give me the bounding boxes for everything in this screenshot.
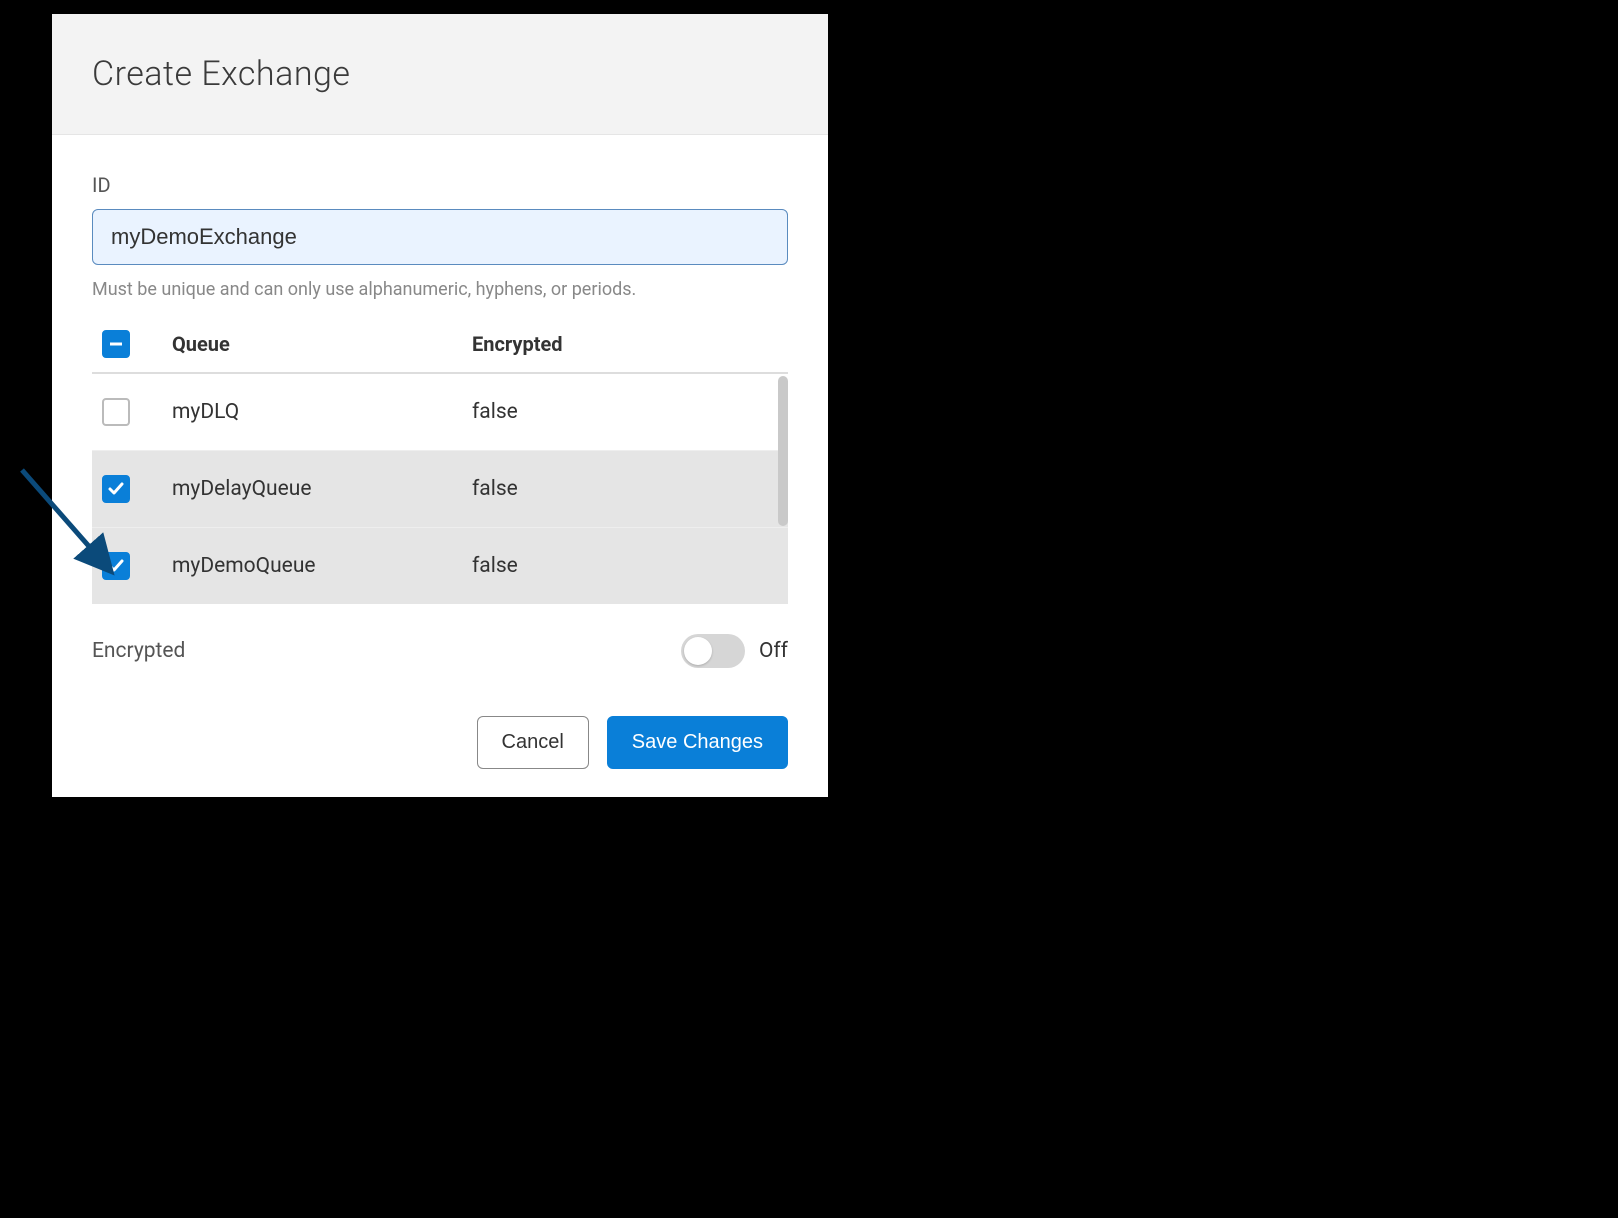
select-all-checkbox[interactable]	[102, 330, 130, 358]
queue-name: myDelayQueue	[172, 477, 472, 501]
queue-encrypted-value: false	[472, 477, 778, 501]
id-input[interactable]	[92, 209, 788, 265]
table-row[interactable]: myDemoQueue false	[92, 528, 788, 604]
row-checkbox[interactable]	[102, 475, 130, 503]
dialog-body: ID Must be unique and can only use alpha…	[52, 135, 828, 797]
minus-icon	[108, 336, 124, 352]
queue-name: myDLQ	[172, 400, 472, 424]
encrypted-toggle-label: Encrypted	[92, 639, 185, 663]
create-exchange-dialog: Create Exchange ID Must be unique and ca…	[52, 14, 828, 797]
check-icon	[107, 480, 125, 498]
table-row[interactable]: myDelayQueue false	[92, 451, 788, 528]
queue-encrypted-value: false	[472, 554, 778, 578]
dialog-title: Create Exchange	[92, 54, 788, 94]
check-icon	[107, 557, 125, 575]
encrypted-toggle-row: Encrypted Off	[92, 634, 788, 668]
row-checkbox[interactable]	[102, 398, 130, 426]
encrypted-toggle-state: Off	[759, 639, 788, 663]
toggle-knob	[684, 637, 712, 665]
save-button[interactable]: Save Changes	[607, 716, 788, 769]
queue-name: myDemoQueue	[172, 554, 472, 578]
column-header-encrypted: Encrypted	[472, 332, 778, 356]
dialog-footer: Cancel Save Changes	[92, 716, 788, 769]
encrypted-toggle[interactable]	[681, 634, 745, 668]
cancel-button[interactable]: Cancel	[477, 716, 589, 769]
dialog-header: Create Exchange	[52, 14, 828, 135]
table-row[interactable]: myDLQ false	[92, 374, 788, 451]
table-body: myDLQ false myDelayQueue false	[92, 372, 788, 604]
id-field-label: ID	[92, 173, 788, 197]
table-header-row: Queue Encrypted	[92, 322, 788, 372]
id-helper-text: Must be unique and can only use alphanum…	[92, 279, 788, 300]
row-checkbox[interactable]	[102, 552, 130, 580]
column-header-queue: Queue	[172, 332, 472, 356]
scrollbar-thumb[interactable]	[778, 376, 788, 526]
queue-encrypted-value: false	[472, 400, 778, 424]
queue-table: Queue Encrypted myDLQ false	[92, 322, 788, 604]
